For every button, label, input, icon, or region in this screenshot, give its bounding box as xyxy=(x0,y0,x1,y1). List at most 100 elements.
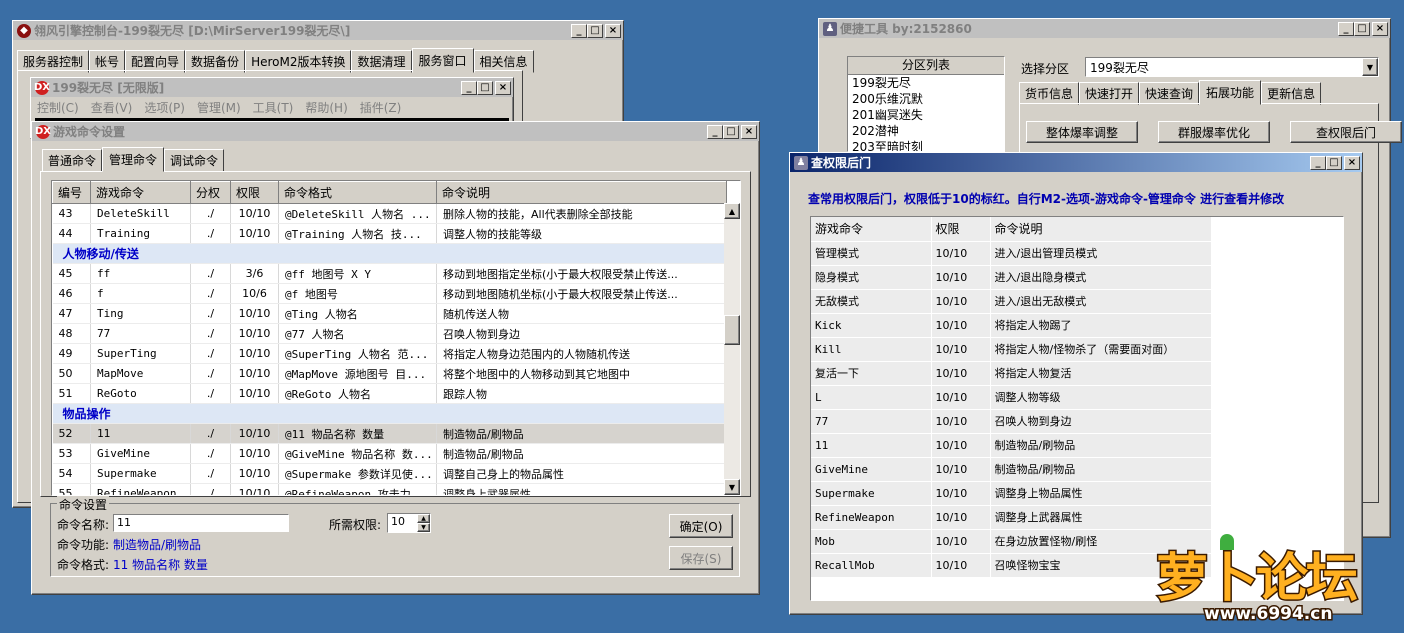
perm-row[interactable]: RefineWeapon 10/10 调整身上武器属性 xyxy=(811,505,1212,530)
partition-select[interactable]: 199裂无尽 ▼ xyxy=(1085,57,1379,77)
cell-auth: ./ xyxy=(190,203,231,224)
minimize-button[interactable]: _ xyxy=(1310,155,1326,170)
perm-row[interactable]: 77 10/10 召唤人物到身边 xyxy=(811,409,1212,434)
partition-list[interactable]: 分区列表 199裂无尽 200乐维沉默 201幽冥迷失 202潜神 203至暗时刻 xyxy=(847,56,1005,152)
close-button[interactable]: × xyxy=(1344,155,1360,170)
tool-action-button[interactable]: 查权限后门 xyxy=(1290,121,1402,143)
m2-menu-item[interactable]: 工具(T) xyxy=(253,99,294,116)
tool-action-button[interactable]: 群服爆率优化 xyxy=(1158,121,1270,143)
column-header[interactable]: 权限 xyxy=(230,181,279,204)
command-row[interactable]: 44 Training ./10/10 @Training 人物名 技... 调整人物的… xyxy=(52,223,727,244)
permission-spinner[interactable]: 10 ▲ ▼ xyxy=(387,513,431,533)
vertical-scrollbar[interactable]: ▲ ▼ xyxy=(724,203,740,495)
minimize-button[interactable]: _ xyxy=(1338,21,1354,36)
scroll-down-button[interactable]: ▼ xyxy=(724,479,740,495)
scroll-up-button[interactable]: ▲ xyxy=(724,203,740,219)
partition-item[interactable]: 203至暗时刻 xyxy=(848,139,1004,151)
close-button[interactable]: × xyxy=(1372,21,1388,36)
maximize-button[interactable]: □ xyxy=(1326,155,1342,170)
tool-tab[interactable]: 快速打开 xyxy=(1079,82,1140,105)
partition-item[interactable]: 200乐维沉默 xyxy=(848,91,1004,107)
minimize-button[interactable]: _ xyxy=(461,80,477,95)
perm-row[interactable]: Kick 10/10 将指定人物踢了 xyxy=(811,313,1212,338)
maximize-button[interactable]: □ xyxy=(723,124,739,139)
perm-column-header[interactable]: 命令说明 xyxy=(990,217,1212,242)
command-row[interactable]: 43 DeleteSkill ./10/10 @DeleteSkill 人物名 ...… xyxy=(52,203,727,224)
command-row[interactable]: 49 SuperTing ./10/10 @SuperTing 人物名 范... 将指定… xyxy=(52,343,727,364)
close-button[interactable]: × xyxy=(605,23,621,38)
command-row[interactable]: 51 ReGoto ./10/10 @ReGoto 人物名 跟踪人物 xyxy=(52,383,727,404)
column-header[interactable]: 分权 xyxy=(190,181,231,204)
cmd-dialog-titlebar: DX 游戏命令设置 _ □ × xyxy=(32,122,759,141)
tool-action-button[interactable]: 整体爆率调整 xyxy=(1026,121,1138,143)
close-button[interactable]: × xyxy=(741,124,757,139)
maximize-button[interactable]: □ xyxy=(477,80,493,95)
partition-item[interactable]: 202潜神 xyxy=(848,123,1004,139)
command-row[interactable]: 52 11 ./10/10 @11 物品名称 数量 制造物品/刷物品 xyxy=(52,423,727,444)
command-row[interactable]: 46 f ./10/6 @f 地图号 移动到地图随机坐标(小于最大权限受禁止传送... xyxy=(52,283,727,304)
perm-row[interactable]: 无敌模式 10/10 进入/退出无敌模式 xyxy=(811,289,1212,314)
settings-group-label: 命令设置 xyxy=(57,496,110,513)
column-header[interactable]: 命令格式 xyxy=(278,181,437,204)
command-list[interactable]: 编号 游戏命令 分权 权限 命令格式 命令说明 43 DeleteSkill ./10/10 @… xyxy=(51,180,741,496)
m2-menu-item[interactable]: 查看(V) xyxy=(91,99,133,116)
perm-cell-perm: 10/10 xyxy=(931,553,991,578)
perm-column-header[interactable]: 权限 xyxy=(931,217,991,242)
column-header[interactable]: 命令说明 xyxy=(436,181,727,204)
cell-format: @MapMove 源地图号 目... xyxy=(278,363,437,384)
perm-cell-command: GiveMine xyxy=(811,457,932,482)
command-row[interactable]: 55 RefineWeapon ./10/10 @RefineWeapon 攻击力 .… xyxy=(52,483,727,495)
minimize-button[interactable]: _ xyxy=(707,124,723,139)
column-header[interactable]: 编号 xyxy=(52,181,91,204)
tool-tab[interactable]: 拓展功能 xyxy=(1199,80,1262,105)
chevron-down-icon[interactable]: ▼ xyxy=(1362,58,1378,76)
maximize-button[interactable]: □ xyxy=(1354,21,1370,36)
console-tab[interactable]: 服务窗口 xyxy=(411,48,474,73)
perm-titlebar: ♟ 查权限后门 _ □ × xyxy=(790,153,1362,172)
partition-item[interactable]: 199裂无尽 xyxy=(848,75,1004,91)
perm-row[interactable]: 隐身模式 10/10 进入/退出隐身模式 xyxy=(811,265,1212,290)
m2-menu-item[interactable]: 插件(Z) xyxy=(360,99,402,116)
spin-down-icon[interactable]: ▼ xyxy=(417,523,430,532)
command-row[interactable]: 54 Supermake ./10/10 @Supermake 参数详见使... 调整自… xyxy=(52,463,727,484)
command-row[interactable]: 50 MapMove ./10/10 @MapMove 源地图号 目... 将整个地图中… xyxy=(52,363,727,384)
m2-menu-item[interactable]: 帮助(H) xyxy=(305,99,347,116)
command-row[interactable]: 48 77 ./10/10 @77 人物名 召唤人物到身边 xyxy=(52,323,727,344)
cmd-tab[interactable]: 管理命令 xyxy=(102,147,165,172)
perm-row[interactable]: 11 10/10 制造物品/刷物品 xyxy=(811,433,1212,458)
close-button[interactable]: × xyxy=(495,80,511,95)
perm-row[interactable]: L 10/10 调整人物等级 xyxy=(811,385,1212,410)
perm-column-header[interactable]: 游戏命令 xyxy=(811,217,932,242)
m2-menu-item[interactable]: 选项(P) xyxy=(144,99,185,116)
tool-tab[interactable]: 快速查询 xyxy=(1139,82,1200,105)
perm-row[interactable]: 复活一下 10/10 将指定人物复活 xyxy=(811,361,1212,386)
scroll-thumb[interactable] xyxy=(724,315,740,345)
cell-perm: 10/10 xyxy=(230,383,279,404)
perm-cell-perm: 10/10 xyxy=(931,289,991,314)
perm-row[interactable]: RecallMob 10/10 召唤怪物宝宝 xyxy=(811,553,1212,578)
column-header[interactable]: 游戏命令 xyxy=(90,181,191,204)
perm-row[interactable]: 管理模式 10/10 进入/退出管理员模式 xyxy=(811,241,1212,266)
tool-tab[interactable]: 更新信息 xyxy=(1261,82,1322,105)
perm-row[interactable]: Supermake 10/10 调整身上物品属性 xyxy=(811,481,1212,506)
cmd-tab[interactable]: 调试命令 xyxy=(164,149,225,172)
m2-menu-item[interactable]: 控制(C) xyxy=(37,99,79,116)
tool-tab[interactable]: 货币信息 xyxy=(1019,82,1080,105)
command-name-input[interactable]: 11 xyxy=(113,514,289,532)
maximize-button[interactable]: □ xyxy=(587,23,603,38)
save-button[interactable]: 保存(S) xyxy=(669,546,733,570)
perm-row[interactable]: Kill 10/10 将指定人物/怪物杀了（需要面对面） xyxy=(811,337,1212,362)
command-row[interactable]: 53 GiveMine ./10/10 @GiveMine 物品名称 数... 制造物品… xyxy=(52,443,727,464)
command-row[interactable]: 47 Ting ./10/10 @Ting 人物名 随机传送人物 xyxy=(52,303,727,324)
perm-cell-description: 制造物品/刷物品 xyxy=(990,433,1212,458)
minimize-button[interactable]: _ xyxy=(571,23,587,38)
perm-row[interactable]: Mob 10/10 在身边放置怪物/刷怪 xyxy=(811,529,1212,554)
spin-up-icon[interactable]: ▲ xyxy=(417,514,430,523)
perm-row[interactable]: GiveMine 10/10 制造物品/刷物品 xyxy=(811,457,1212,482)
m2-menu-item[interactable]: 管理(M) xyxy=(197,99,241,116)
partition-item[interactable]: 201幽冥迷失 xyxy=(848,107,1004,123)
cmd-tab[interactable]: 普通命令 xyxy=(42,149,103,172)
confirm-button[interactable]: 确定(O) xyxy=(669,514,733,538)
command-row[interactable]: 45 ff ./3/6 @ff 地图号 X Y 移动到地图指定坐标(小于最大权限受禁止传… xyxy=(52,263,727,284)
spin-buttons[interactable]: ▲ ▼ xyxy=(417,514,430,532)
